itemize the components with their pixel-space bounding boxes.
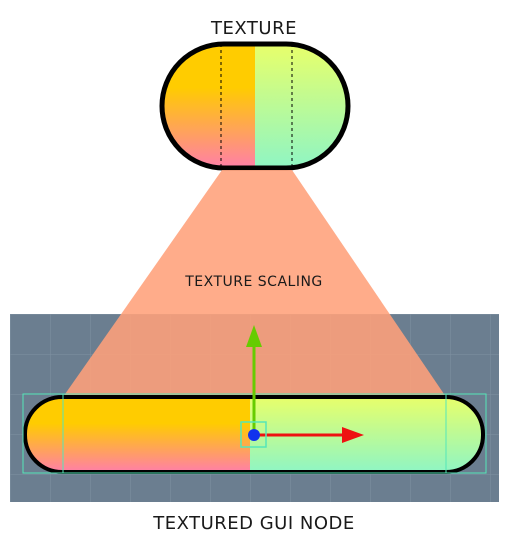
texture-image xyxy=(159,41,351,171)
gui-node-label: TEXTURED GUI NODE xyxy=(153,513,355,534)
texture-warm-half xyxy=(162,44,255,168)
pivot-handle-icon[interactable] xyxy=(248,429,260,441)
texture-label: TEXTURE xyxy=(211,18,297,39)
node-warm-half xyxy=(25,397,255,472)
scaling-label: TEXTURE SCALING xyxy=(185,274,323,290)
texture-cool-half xyxy=(255,44,348,168)
